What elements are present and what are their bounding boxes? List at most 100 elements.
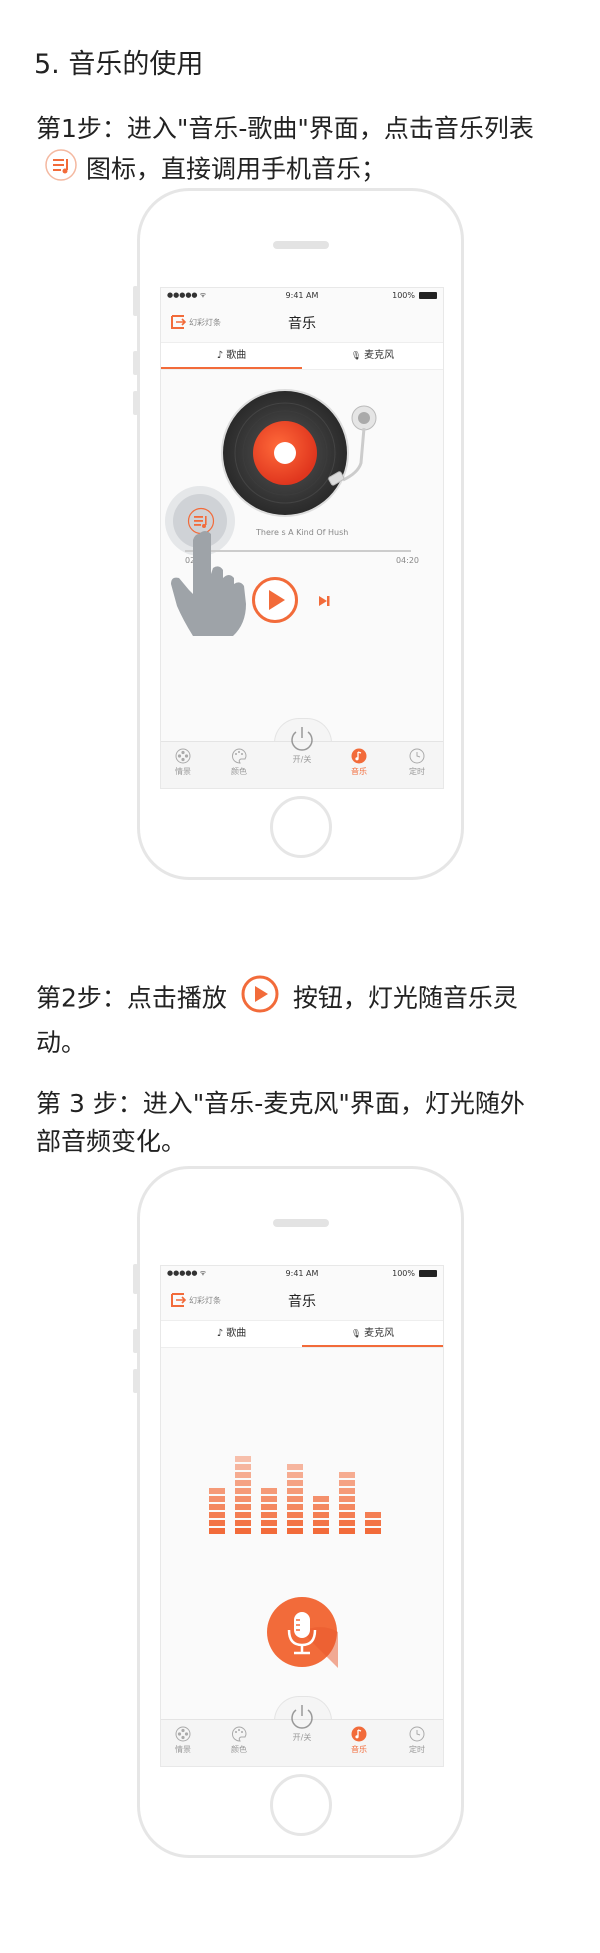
equalizer-segment bbox=[209, 1488, 225, 1494]
side-button bbox=[133, 391, 138, 415]
tab-label: 情景 bbox=[175, 1745, 191, 1754]
bottom-tab-bar: 情景 颜色 开/关 音乐 定时 bbox=[161, 727, 443, 788]
page-title: 音乐 bbox=[288, 316, 316, 332]
time-total: 04:20 bbox=[395, 556, 419, 565]
step1-line2-text: 图标，直接调用手机音乐； bbox=[86, 154, 387, 184]
clock-icon bbox=[409, 748, 425, 764]
equalizer-segment bbox=[235, 1512, 251, 1518]
speaker bbox=[272, 1219, 329, 1227]
tab-timer[interactable]: 定时 bbox=[397, 1726, 437, 1755]
equalizer-segment bbox=[235, 1528, 251, 1534]
next-track-button[interactable] bbox=[317, 593, 331, 612]
phone2-screen: ●●●●● ᯤ 9:41 AM 100% 幻彩灯条 音乐 ♪ 歌曲 🎙 麦克风 bbox=[160, 1265, 444, 1767]
equalizer-segment bbox=[287, 1496, 303, 1502]
equalizer-segment bbox=[339, 1520, 355, 1526]
equalizer-segment bbox=[339, 1512, 355, 1518]
side-button bbox=[133, 351, 138, 375]
nav-bar: 幻彩灯条 音乐 bbox=[161, 304, 443, 342]
tab-power[interactable]: 开/关 bbox=[282, 1702, 322, 1743]
playlist-icon bbox=[44, 148, 78, 193]
power-icon bbox=[291, 727, 313, 751]
status-bar: ●●●●● ᯤ 9:41 AM 100% bbox=[161, 288, 443, 304]
equalizer-segment bbox=[261, 1528, 277, 1534]
equalizer-segment bbox=[313, 1528, 329, 1534]
step1-text: 第1步：进入"音乐-歌曲"界面，点击音乐列表 图标，直接调用手机音乐； bbox=[36, 110, 566, 193]
tab-timer[interactable]: 定时 bbox=[397, 748, 437, 777]
vinyl-record bbox=[221, 388, 391, 527]
phone-frame-2: ●●●●● ᯤ 9:41 AM 100% 幻彩灯条 音乐 ♪ 歌曲 🎙 麦克风 bbox=[133, 1166, 464, 1858]
equalizer-segment bbox=[261, 1520, 277, 1526]
tab-label: 音乐 bbox=[351, 1745, 367, 1754]
equalizer-segment bbox=[339, 1528, 355, 1534]
side-button bbox=[133, 1369, 138, 1393]
tab-label: 开/关 bbox=[292, 755, 312, 764]
equalizer-segment bbox=[235, 1456, 251, 1462]
nav-bar: 幻彩灯条 音乐 bbox=[161, 1282, 443, 1320]
tab-bar-top: ♪ 歌曲 🎙 麦克风 bbox=[161, 342, 443, 370]
tab-color[interactable]: 颜色 bbox=[219, 748, 259, 777]
tab-label: 颜色 bbox=[231, 1745, 247, 1754]
tab-label: 歌曲 bbox=[226, 1328, 247, 1339]
equalizer-segment bbox=[287, 1464, 303, 1470]
side-button bbox=[133, 1329, 138, 1353]
microphone-button[interactable] bbox=[266, 1596, 338, 1672]
equalizer-visualizer bbox=[209, 1456, 381, 1534]
equalizer-segment bbox=[313, 1512, 329, 1518]
tab-label: 开/关 bbox=[292, 1733, 312, 1742]
equalizer-segment bbox=[313, 1496, 329, 1502]
equalizer-segment bbox=[339, 1472, 355, 1478]
phone1-screen: ●●●●● ᯤ 9:41 AM 100% 幻彩灯条 音乐 ♪ 歌曲 🎙 麦克风 bbox=[160, 287, 444, 789]
equalizer-segment bbox=[365, 1520, 381, 1526]
equalizer-segment bbox=[365, 1528, 381, 1534]
note-icon: ♪ bbox=[216, 1328, 224, 1339]
step1-line1: 第1步：进入"音乐-歌曲"界面，点击音乐列表 bbox=[36, 114, 534, 143]
equalizer-segment bbox=[313, 1520, 329, 1526]
hand-pointer-icon bbox=[171, 528, 251, 640]
note-icon: ♪ bbox=[216, 350, 224, 361]
tab-songs[interactable]: ♪ 歌曲 bbox=[161, 1321, 302, 1346]
phone-frame-1: ●●●●● ᯤ 9:41 AM 100% 幻彩灯条 音乐 ♪ 歌曲 🎙 麦克风 bbox=[133, 188, 464, 880]
song-title: There s A Kind Of Hush bbox=[256, 528, 349, 537]
step3-text: 第 3 步：进入"音乐-麦克风"界面，灯光随外 部音频变化。 bbox=[36, 1085, 566, 1161]
equalizer-segment bbox=[287, 1480, 303, 1486]
tab-microphone[interactable]: 🎙 麦克风 bbox=[302, 343, 443, 368]
tab-color[interactable]: 颜色 bbox=[219, 1726, 259, 1755]
battery-percent: 100% bbox=[392, 1269, 415, 1278]
equalizer-segment bbox=[313, 1504, 329, 1510]
side-button bbox=[133, 286, 138, 316]
equalizer-segment bbox=[287, 1520, 303, 1526]
tab-label: 麦克风 bbox=[364, 1328, 395, 1339]
power-icon bbox=[291, 1705, 313, 1729]
tab-scene[interactable]: 情景 bbox=[163, 748, 203, 777]
equalizer-segment bbox=[235, 1464, 251, 1470]
step2-text: 第2步：点击播放 按钮，灯光随音乐灵 动。 bbox=[36, 975, 566, 1062]
equalizer-segment bbox=[209, 1496, 225, 1502]
tab-music[interactable]: 音乐 bbox=[339, 1726, 379, 1755]
tab-microphone[interactable]: 🎙 麦克风 bbox=[302, 1321, 443, 1347]
music-note-icon bbox=[351, 1726, 367, 1742]
equalizer-segment bbox=[235, 1488, 251, 1494]
equalizer-segment bbox=[339, 1504, 355, 1510]
tab-songs[interactable]: ♪ 歌曲 bbox=[161, 343, 302, 369]
palette-icon bbox=[232, 1726, 247, 1742]
speaker bbox=[272, 241, 329, 249]
tab-bar-top: ♪ 歌曲 🎙 麦克风 bbox=[161, 1320, 443, 1348]
tab-scene[interactable]: 情景 bbox=[163, 1726, 203, 1755]
section-heading: 5. 音乐的使用 bbox=[34, 49, 204, 80]
step2-text-b: 按钮，灯光随音乐灵 bbox=[292, 983, 518, 1013]
tab-music[interactable]: 音乐 bbox=[339, 748, 379, 777]
battery-icon bbox=[419, 1270, 437, 1277]
equalizer-segment bbox=[339, 1496, 355, 1502]
tab-power[interactable]: 开/关 bbox=[282, 724, 322, 765]
home-button bbox=[269, 1774, 332, 1836]
equalizer-segment bbox=[287, 1528, 303, 1534]
status-bar: ●●●●● ᯤ 9:41 AM 100% bbox=[161, 1266, 443, 1282]
play-button[interactable] bbox=[252, 577, 298, 627]
step2-line2: 动。 bbox=[36, 1028, 87, 1057]
step2-text-a: 第2步：点击播放 bbox=[36, 983, 227, 1013]
equalizer-segment bbox=[235, 1472, 251, 1478]
tab-label: 颜色 bbox=[231, 767, 247, 776]
music-note-icon bbox=[351, 748, 367, 764]
equalizer-segment bbox=[365, 1512, 381, 1518]
home-button bbox=[269, 796, 332, 858]
